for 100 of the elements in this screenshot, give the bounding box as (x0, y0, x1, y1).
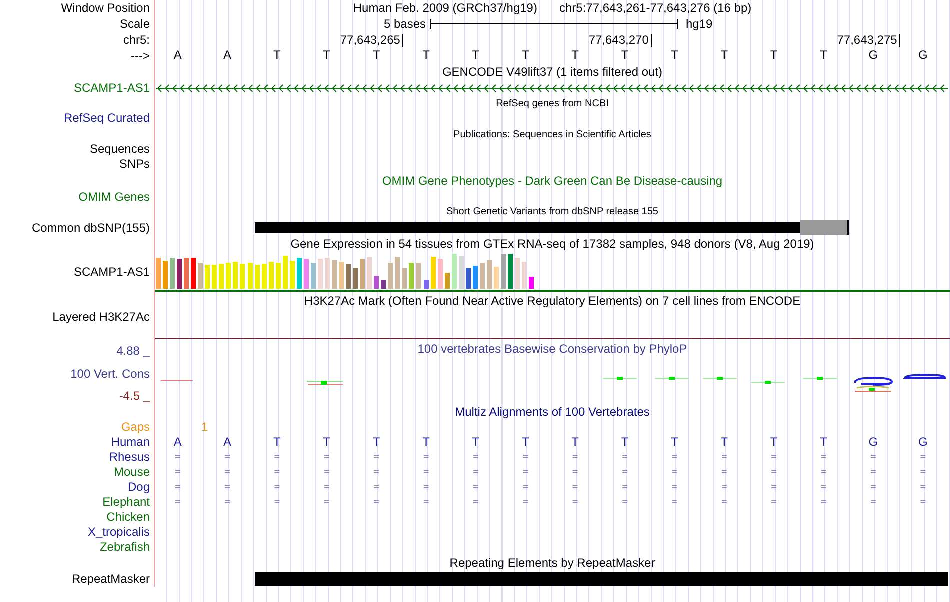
alignment-mark: = (820, 496, 827, 510)
base-letter: A (224, 48, 232, 63)
alignment-mark: = (672, 466, 678, 480)
base-letter: T (621, 435, 629, 450)
alignment-mark: = (820, 451, 827, 465)
species-label[interactable]: X_tropicalis (88, 525, 150, 540)
gap-count: 1 (201, 420, 208, 435)
track-label[interactable]: RepeatMasker (72, 572, 150, 586)
alignment-mark: = (473, 496, 479, 510)
base-letter: T (720, 435, 728, 450)
alignment-mark: = (274, 481, 280, 495)
strand-label: ---> (131, 48, 150, 64)
alignment-mark: = (672, 496, 678, 510)
track-label[interactable]: Common dbSNP(155) (32, 220, 150, 236)
species-label[interactable]: Human (111, 435, 150, 450)
base-letter: T (274, 435, 281, 450)
alignment-mark: = (473, 481, 479, 495)
alignment-mark: = (920, 466, 926, 480)
position-text: chr5:77,643,261-77,643,276 (16 bp) (559, 0, 752, 16)
base-letter: T (621, 48, 629, 63)
alignment-mark: = (771, 466, 778, 480)
scale-label: Scale (120, 16, 150, 32)
base-letter: A (174, 48, 182, 63)
alignment-mark: = (672, 481, 678, 495)
alignment-mark: = (622, 451, 628, 465)
base-letter: T (671, 435, 678, 450)
base-letter: T (372, 48, 380, 63)
track-label[interactable]: Sequences (90, 142, 150, 157)
base-letter: T (671, 48, 678, 63)
base-letter: T (820, 48, 828, 63)
alignment-mark: = (522, 481, 529, 495)
genome-label: hg19 (686, 17, 713, 31)
base-letter: T (422, 435, 430, 450)
scale-text: 5 bases (384, 17, 426, 31)
base-letter: T (522, 48, 530, 63)
alignment-mark: = (224, 496, 230, 510)
species-label[interactable]: Mouse (114, 465, 150, 480)
base-letter: G (868, 435, 878, 450)
base-letter: T (323, 435, 331, 450)
alignment-mark: = (771, 451, 778, 465)
base-letter: T (820, 435, 828, 450)
alignment-mark: = (174, 496, 181, 510)
species-label[interactable]: Dog (128, 480, 150, 495)
base-letter: A (174, 435, 182, 450)
alignment-mark: = (920, 451, 926, 465)
species-label[interactable]: Rhesus (109, 450, 150, 465)
track-title: GENCODE V49lift37 (1 items filtered out) (442, 65, 663, 79)
track-title: Multiz Alignments of 100 Vertebrates (455, 405, 650, 419)
track-label[interactable]: SCAMP1-AS1 (74, 80, 150, 96)
alignment-mark: = (522, 466, 529, 480)
track-label[interactable]: -4.5 _ (119, 389, 150, 404)
track-title: RefSeq genes from NCBI (496, 98, 609, 109)
base-letter: A (224, 435, 232, 450)
alignment-mark: = (274, 496, 280, 510)
base-letter: T (372, 435, 380, 450)
alignment-mark: = (324, 466, 330, 480)
base-letter: T (422, 48, 430, 63)
track-label[interactable]: SNPs (119, 157, 150, 172)
alignment-mark: = (374, 496, 380, 510)
alignment-mark: = (771, 496, 778, 510)
base-letter: G (918, 48, 928, 63)
track-title: OMIM Gene Phenotypes - Dark Green Can Be Disease-causing (382, 174, 723, 188)
alignment-mark: = (522, 496, 529, 510)
coordinate-label: 77,643,275 (837, 34, 900, 47)
track-label[interactable]: Layered H3K27Ac (52, 310, 150, 325)
track-label[interactable]: OMIM Genes (78, 190, 150, 204)
alignment-mark: = (622, 466, 628, 480)
alignment-mark: = (224, 481, 230, 495)
base-letter: T (770, 48, 778, 63)
base-letter: T (472, 48, 480, 63)
alignment-mark: = (174, 481, 181, 495)
alignment-mark: = (920, 481, 926, 495)
species-label[interactable]: Elephant (102, 495, 150, 510)
alignment-mark: = (473, 451, 479, 465)
alignment-mark: = (820, 466, 827, 480)
alignment-mark: = (473, 466, 479, 480)
alignment-mark: = (572, 481, 578, 495)
alignment-mark: = (324, 496, 330, 510)
track-title: Gene Expression in 54 tissues from GTEx RNA-seq of 17382 samples, 948 donors (V8, Aug 2019) (290, 237, 814, 251)
alignment-mark: = (870, 481, 876, 495)
track-label[interactable]: 4.88 _ (116, 344, 150, 359)
window-position-label: Window Position (61, 0, 150, 16)
base-letter: T (720, 48, 728, 63)
alignment-mark: = (572, 451, 578, 465)
species-label[interactable]: Chicken (106, 510, 150, 525)
coordinate-label: 77,643,270 (588, 34, 652, 47)
species-label[interactable]: Zebrafish (100, 540, 150, 555)
track-label[interactable]: 100 Vert. Cons (70, 366, 150, 382)
base-letter: T (472, 435, 480, 450)
alignment-mark: = (274, 466, 280, 480)
base-letter: T (323, 48, 331, 63)
base-letter: T (274, 48, 281, 63)
track-title: H3K27Ac Mark (Often Found Near Active Regulatory Elements) on 7 cell lines from ENCODE (304, 294, 801, 308)
track-label[interactable]: SCAMP1-AS1 (74, 264, 150, 280)
alignment-mark: = (721, 466, 728, 480)
alignment-mark: = (423, 466, 430, 480)
track-label[interactable]: RefSeq Curated (64, 111, 150, 126)
alignment-mark: = (622, 481, 628, 495)
base-letter: T (770, 435, 778, 450)
track-title: 100 vertebrates Basewise Conservation by PhyloP (418, 342, 688, 356)
